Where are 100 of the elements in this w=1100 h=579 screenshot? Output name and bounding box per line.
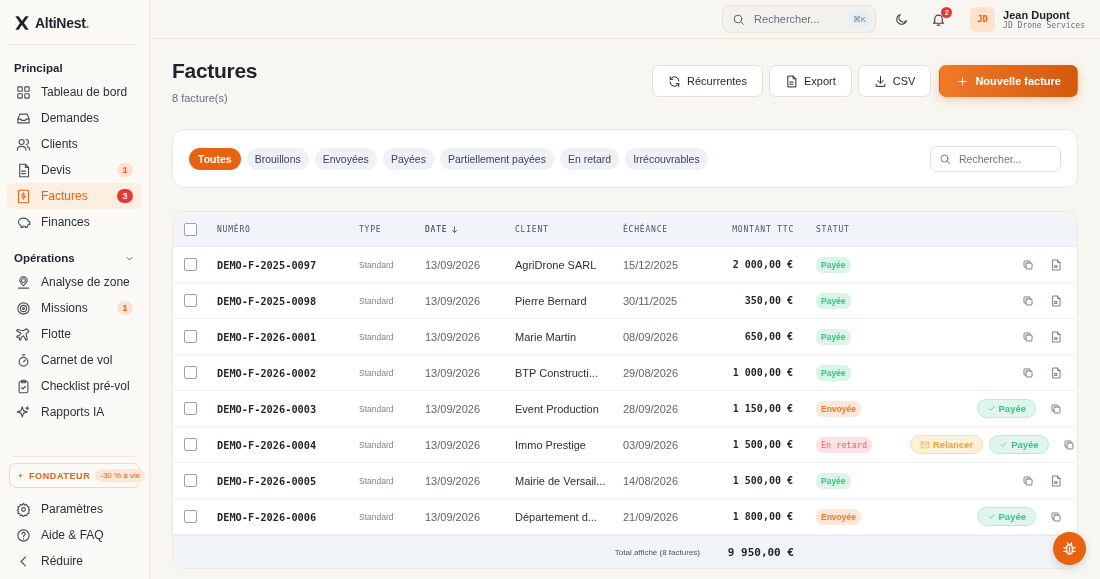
row-checkbox[interactable] <box>184 510 197 523</box>
table-cell-text: Standard <box>359 367 395 378</box>
status-badge: Payée <box>816 472 851 489</box>
row-checkbox[interactable] <box>184 330 197 343</box>
column-header[interactable]: DATE <box>425 224 515 234</box>
table-cell-text: Mairie de Versail... <box>515 474 607 487</box>
search-field[interactable]: Rechercher... <box>930 145 1061 172</box>
dashboard-icon <box>16 84 31 100</box>
check-icon <box>986 512 996 521</box>
copy-icon <box>1050 402 1062 415</box>
invoice-number[interactable]: DEMO-F-2025-0098 <box>217 294 359 307</box>
table-cell-text: Standard <box>359 511 395 522</box>
filter-chip[interactable]: Brouillons <box>246 147 309 170</box>
row-checkbox[interactable] <box>184 402 197 415</box>
table-cell-text: 13/09/2026 <box>425 438 482 451</box>
toolbar-button[interactable]: Récurrentes <box>652 65 763 97</box>
status-badge: Payée <box>816 256 851 273</box>
total-label: Total affiché (8 factures) <box>614 547 701 557</box>
status-badge: Payée <box>816 292 851 309</box>
amount-cell: 1 500,00 € <box>732 475 794 486</box>
filter-chip[interactable]: En retard <box>559 147 620 170</box>
amount-cell: 1 150,00 € <box>732 403 794 414</box>
pdf-file-icon <box>1050 366 1062 379</box>
filter-chip[interactable]: Partiellement payées <box>439 147 554 170</box>
sidebar-item[interactable]: Tableau de bord <box>7 79 142 105</box>
sidebar-item[interactable]: Clients <box>7 131 142 157</box>
sparkle-icon <box>17 472 24 479</box>
inbox-icon <box>16 110 31 126</box>
row-checkbox[interactable] <box>184 366 197 379</box>
table-cell-text: Standard <box>359 475 395 486</box>
column-header[interactable]: CLIENT <box>515 224 623 234</box>
search-input[interactable]: Rechercher... <box>752 12 842 26</box>
invoice-number[interactable]: DEMO-F-2026-0005 <box>217 474 359 487</box>
table-cell-text: 30/11/2025 <box>623 294 679 307</box>
copy-icon <box>1022 330 1034 343</box>
sidebar-item[interactable]: Checklist pré-vol <box>7 373 142 399</box>
sort-arrow-icon[interactable] <box>450 224 460 234</box>
sidebar-item[interactable]: Factures 3 <box>7 183 142 209</box>
table-cell-text: 13/09/2026 <box>425 474 482 487</box>
users-icon <box>16 136 31 152</box>
toolbar-button[interactable]: Export <box>769 65 852 97</box>
copy-icon <box>1022 366 1034 379</box>
count-badge: 1 <box>117 301 133 315</box>
row-checkbox[interactable] <box>184 438 197 451</box>
column-header[interactable]: NUMÉRO <box>217 224 359 234</box>
invoice-count: 8 facture(s) <box>172 92 229 104</box>
column-header[interactable]: STATUT <box>816 224 910 234</box>
logo-icon <box>14 15 30 31</box>
invoice-number[interactable]: DEMO-F-2026-0004 <box>217 438 359 451</box>
filter-chip[interactable]: Envoyées <box>314 147 377 170</box>
check-icon <box>986 404 996 413</box>
toolbar-button[interactable]: CSV <box>857 65 932 97</box>
target-icon <box>16 300 31 316</box>
row-checkbox[interactable] <box>184 474 197 487</box>
invoice-number[interactable]: DEMO-F-2026-0001 <box>217 330 359 343</box>
sidebar-item[interactable]: Demandes <box>7 105 142 131</box>
sidebar-item[interactable]: Missions 1 <box>7 295 142 321</box>
column-header[interactable]: ÉCHÉANCE <box>623 224 710 234</box>
count-badge: 1 <box>117 163 133 177</box>
table-cell-text: Standard <box>359 295 395 306</box>
table-cell-text: AgriDrone SARL <box>515 258 598 271</box>
amount-cell: 650,00 € <box>744 331 794 342</box>
filter-chip[interactable]: Payées <box>382 147 434 170</box>
settings-icon <box>16 501 31 517</box>
table-cell-text: 13/09/2026 <box>425 402 482 415</box>
table-cell-text: Marie Martin <box>515 330 578 343</box>
sidebar-item[interactable]: Finances <box>7 209 142 235</box>
shortcut-hint: ⌘K <box>848 11 871 27</box>
sidebar-item[interactable]: Carnet de vol <box>7 347 142 373</box>
row-checkbox[interactable] <box>184 294 197 307</box>
invoice-number[interactable]: DEMO-F-2026-0002 <box>217 366 359 379</box>
sidebar-item[interactable]: Réduire <box>7 548 142 574</box>
toolbar-button[interactable]: Nouvelle facture <box>939 65 1078 97</box>
brand-name: AltiNest. <box>35 14 90 32</box>
invoice-number[interactable]: DEMO-F-2025-0097 <box>217 258 359 271</box>
sidebar-item[interactable]: Paramètres <box>7 496 142 522</box>
table-cell-text: 03/09/2026 <box>623 438 680 451</box>
invoice-number[interactable]: DEMO-F-2026-0003 <box>217 402 359 415</box>
table-cell-text: 08/09/2026 <box>623 330 680 343</box>
sidebar-item[interactable]: Aide & FAQ <box>7 522 142 548</box>
column-header[interactable]: MONTANT TTC <box>732 224 794 234</box>
sidebar-item[interactable]: Flotte <box>7 321 142 347</box>
select-all-checkbox[interactable] <box>184 222 197 236</box>
invoice-number[interactable]: DEMO-F-2026-0006 <box>217 510 359 523</box>
table-cell-text: Département d... <box>515 510 598 523</box>
bug-icon <box>1061 540 1078 557</box>
search-field[interactable]: Rechercher... ⌘K <box>722 5 877 33</box>
column-header[interactable]: TYPE <box>359 224 425 234</box>
pdf-file-icon <box>1050 258 1062 271</box>
table-cell-text: 13/09/2026 <box>425 330 482 343</box>
row-checkbox[interactable] <box>184 258 197 271</box>
status-badge: Payée <box>816 364 851 381</box>
table-cell-text: Standard <box>359 439 395 450</box>
table-cell-text: 13/09/2026 <box>425 294 482 307</box>
help-icon <box>16 527 31 543</box>
filter-chip[interactable]: Irrécouvrables <box>625 147 708 170</box>
sidebar-item[interactable]: Rapports IA <box>7 399 142 425</box>
discount-badge: -30 % à vie <box>95 469 146 482</box>
sidebar-item[interactable]: Analyse de zone <box>7 269 142 295</box>
sidebar-item[interactable]: Devis 1 <box>7 157 142 183</box>
